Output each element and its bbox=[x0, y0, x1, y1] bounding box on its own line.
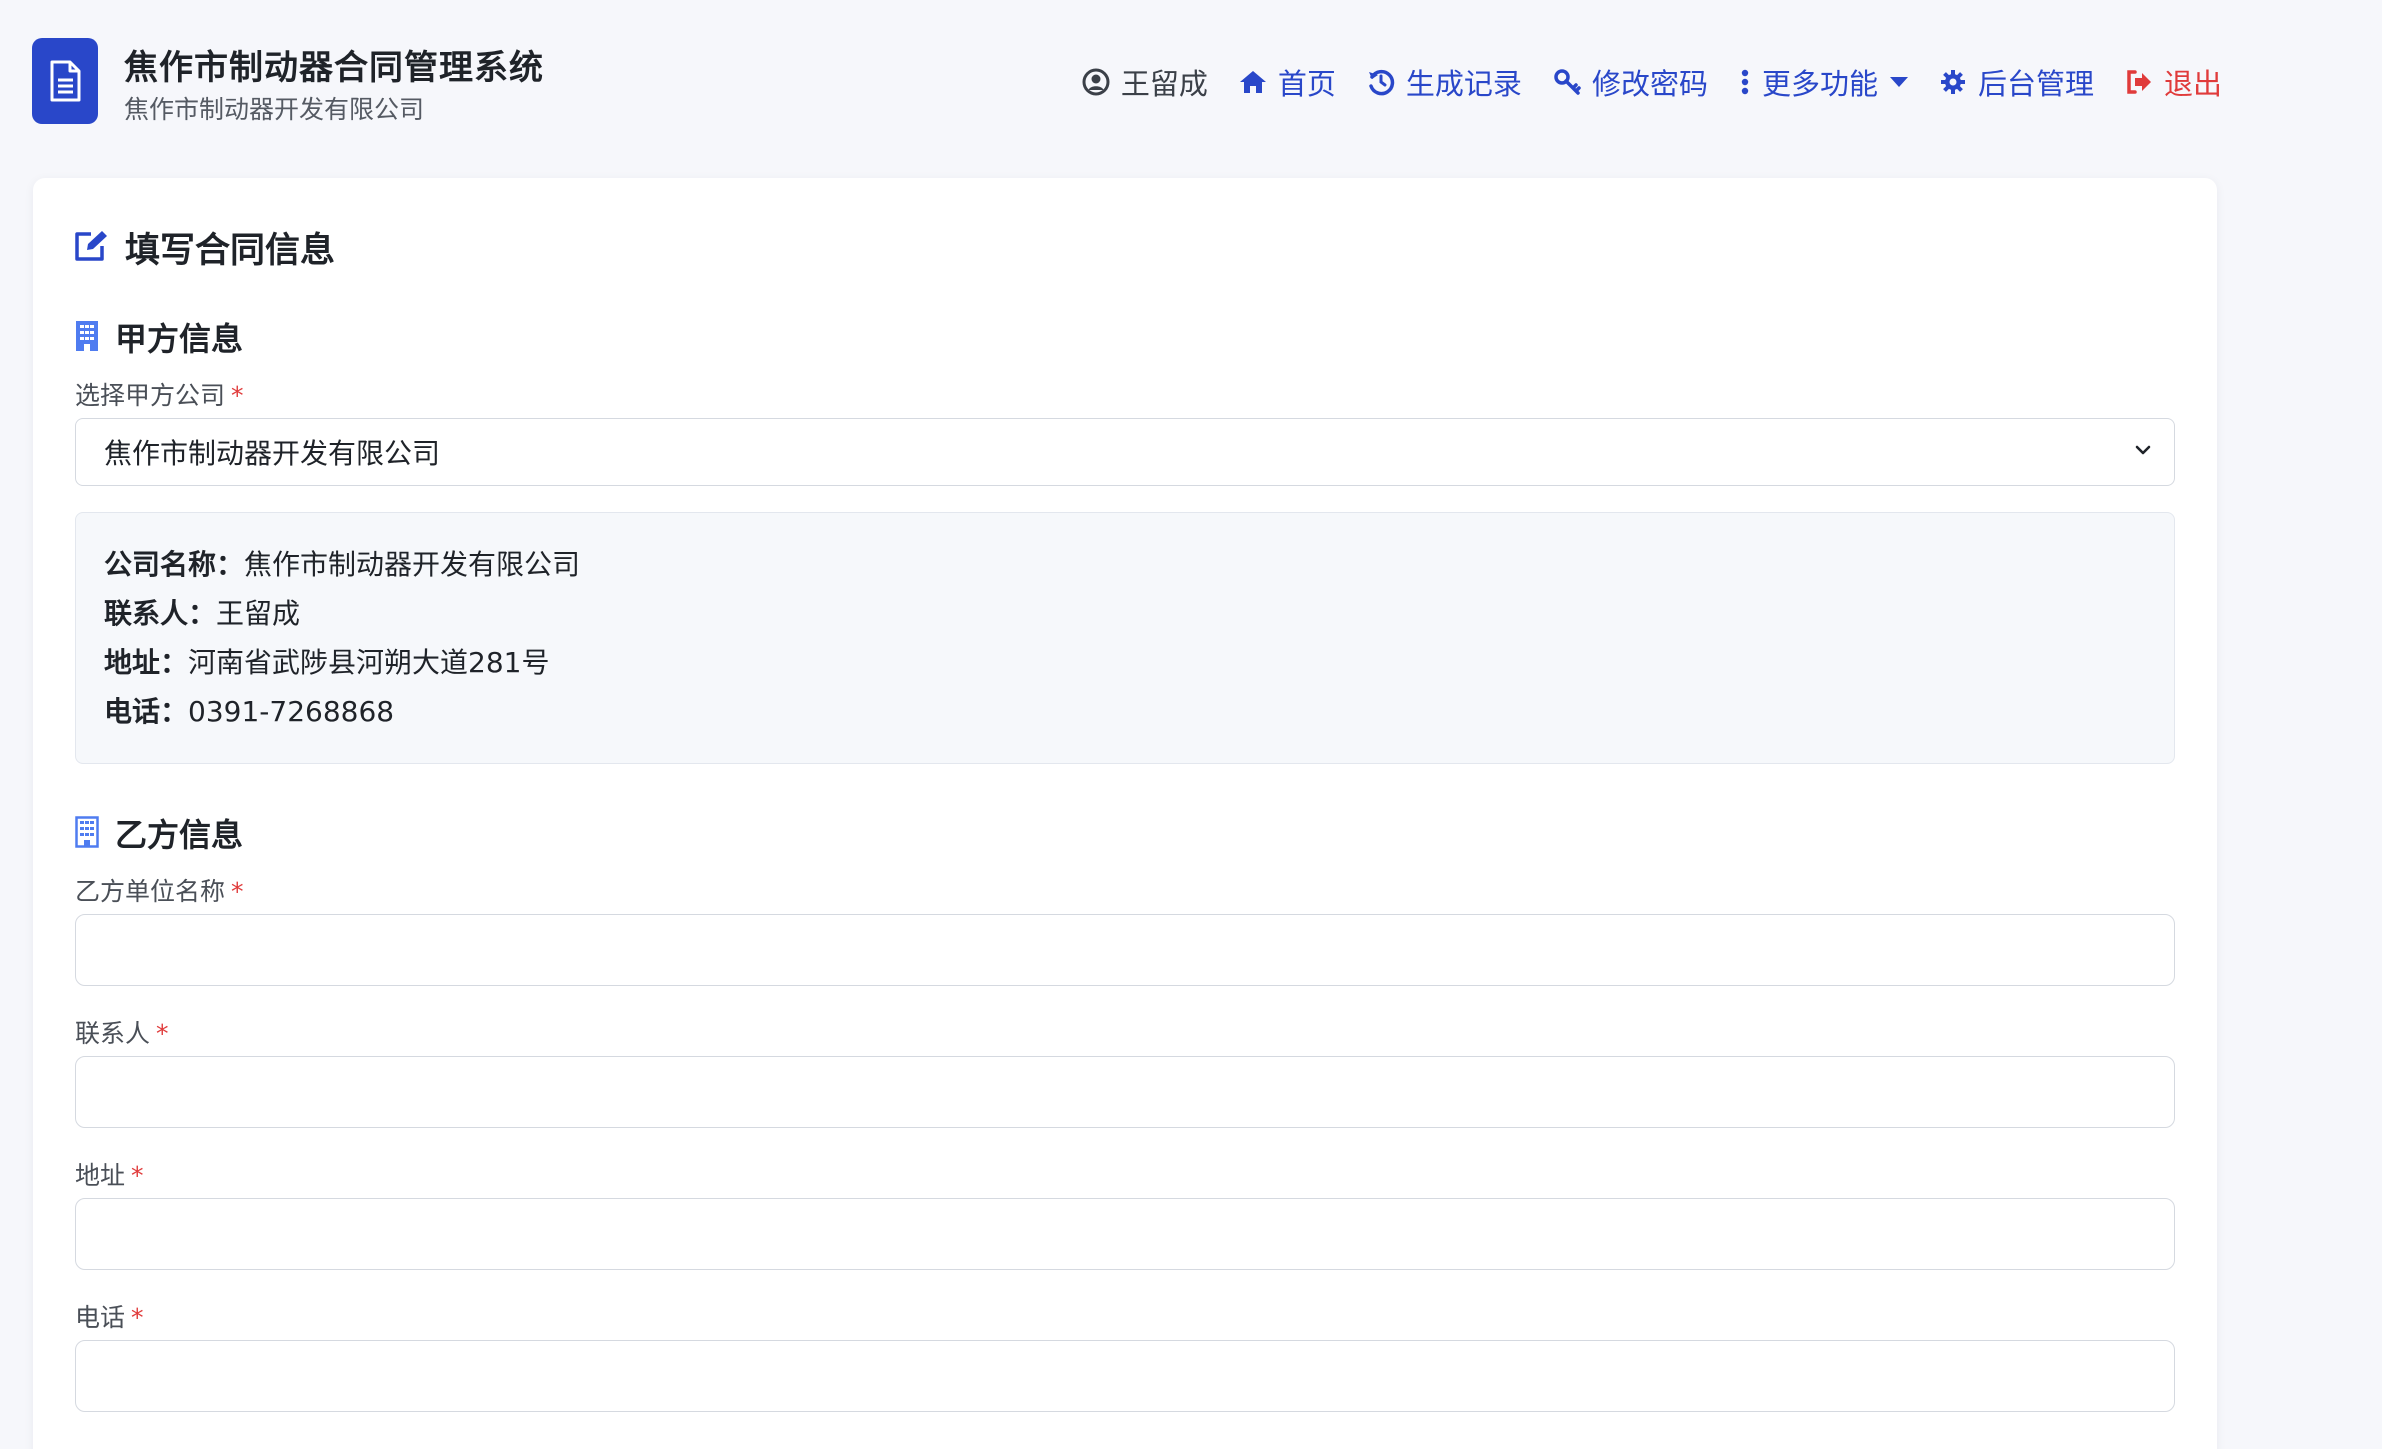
top-header: 焦作市制动器合同管理系统 焦作市制动器开发有限公司 王留成 首页 生成记录 修改… bbox=[0, 0, 2382, 170]
user-circle-icon bbox=[1081, 67, 1111, 97]
gear-icon bbox=[1938, 67, 1968, 97]
nav-user: 王留成 bbox=[1081, 61, 1208, 103]
required-mark: * bbox=[231, 877, 244, 906]
nav-records-label: 生成记录 bbox=[1405, 67, 1522, 101]
party-b-company-input[interactable] bbox=[75, 914, 2175, 986]
party-b-contact-input[interactable] bbox=[75, 1056, 2175, 1128]
party-b-phone-input[interactable] bbox=[75, 1340, 2175, 1412]
sign-out-icon bbox=[2124, 67, 2154, 97]
party-a-select-label-text: 选择甲方公司 bbox=[75, 381, 226, 410]
history-icon bbox=[1366, 67, 1396, 97]
nav-home-label: 首页 bbox=[1277, 67, 1336, 101]
party-b-contact-label-text: 联系人 bbox=[75, 1019, 151, 1048]
nav-change-password[interactable]: 修改密码 bbox=[1552, 61, 1708, 103]
vertical-ellipsis-icon bbox=[1738, 67, 1752, 97]
party-b-section-title: 乙方信息 bbox=[75, 810, 243, 856]
party-b-phone-label-text: 电话 bbox=[75, 1303, 126, 1332]
app-logo bbox=[32, 38, 98, 124]
party-b-section-label: 乙方信息 bbox=[115, 816, 244, 854]
nav-change-password-label: 修改密码 bbox=[1591, 67, 1708, 101]
party-a-info-box: 公司名称：焦作市制动器开发有限公司 联系人：王留成 地址：河南省武陟县河朔大道2… bbox=[75, 512, 2175, 764]
company-name-label: 公司名称： bbox=[104, 548, 245, 581]
nav-admin[interactable]: 后台管理 bbox=[1938, 61, 2094, 103]
contact-label: 联系人： bbox=[104, 597, 217, 630]
nav-more-dropdown[interactable]: 更多功能 bbox=[1738, 61, 1908, 103]
building-icon bbox=[75, 816, 101, 850]
app-title: 焦作市制动器合同管理系统 bbox=[124, 48, 544, 88]
required-mark: * bbox=[156, 1019, 169, 1048]
party-a-section-title: 甲方信息 bbox=[75, 314, 243, 360]
party-a-company-line: 公司名称：焦作市制动器开发有限公司 bbox=[104, 543, 580, 583]
nav-logout-label: 退出 bbox=[2163, 67, 2222, 101]
party-b-address-label: 地址 * bbox=[75, 1156, 144, 1192]
company-name-value: 焦作市制动器开发有限公司 bbox=[244, 548, 581, 581]
party-a-company-select[interactable]: 焦作市制动器开发有限公司 bbox=[75, 418, 2175, 486]
document-icon bbox=[50, 60, 81, 102]
party-b-address-input[interactable] bbox=[75, 1198, 2175, 1270]
phone-label: 电话： bbox=[104, 695, 189, 728]
address-label: 地址： bbox=[104, 646, 189, 679]
party-a-address-line: 地址：河南省武陟县河朔大道281号 bbox=[104, 641, 549, 681]
nav-user-label: 王留成 bbox=[1120, 67, 1208, 101]
party-b-address-label-text: 地址 bbox=[75, 1161, 126, 1190]
contact-value: 王留成 bbox=[216, 597, 301, 630]
required-mark: * bbox=[131, 1161, 144, 1190]
app-subtitle: 焦作市制动器开发有限公司 bbox=[124, 95, 425, 124]
building-icon bbox=[75, 320, 101, 354]
nav-home[interactable]: 首页 bbox=[1238, 61, 1336, 103]
nav-logout[interactable]: 退出 bbox=[2124, 61, 2222, 103]
nav-admin-label: 后台管理 bbox=[1977, 67, 2094, 101]
nav-more-label: 更多功能 bbox=[1761, 67, 1878, 101]
caret-down-icon bbox=[1889, 77, 1908, 87]
party-b-company-label-text: 乙方单位名称 bbox=[75, 877, 226, 906]
chevron-down-icon bbox=[2135, 445, 2151, 455]
page: 焦作市制动器合同管理系统 焦作市制动器开发有限公司 王留成 首页 生成记录 修改… bbox=[0, 0, 2382, 1449]
party-b-company-label: 乙方单位名称 * bbox=[75, 872, 244, 908]
top-nav: 王留成 首页 生成记录 修改密码 更多功能 后台管理 退出 bbox=[1051, 58, 2222, 106]
party-a-select-label: 选择甲方公司 * bbox=[75, 376, 244, 412]
party-a-contact-line: 联系人：王留成 bbox=[104, 592, 300, 632]
form-title-label: 填写合同信息 bbox=[125, 231, 336, 271]
edit-icon bbox=[73, 229, 111, 267]
required-mark: * bbox=[231, 381, 244, 410]
form-title: 填写合同信息 bbox=[73, 222, 335, 273]
phone-value: 0391-7268868 bbox=[188, 695, 395, 728]
party-b-contact-label: 联系人 * bbox=[75, 1014, 169, 1050]
key-icon bbox=[1552, 67, 1582, 97]
address-value: 河南省武陟县河朔大道281号 bbox=[188, 646, 550, 679]
party-a-section-label: 甲方信息 bbox=[115, 320, 244, 358]
party-a-phone-line: 电话：0391-7268868 bbox=[104, 690, 394, 730]
nav-records[interactable]: 生成记录 bbox=[1366, 61, 1522, 103]
contract-form-card: 填写合同信息 甲方信息 选择甲方公司 * 焦作市制动器开发有限公司 公司名称：焦… bbox=[33, 178, 2217, 1449]
home-icon bbox=[1238, 67, 1268, 97]
party-b-phone-label: 电话 * bbox=[75, 1298, 144, 1334]
required-mark: * bbox=[131, 1303, 144, 1332]
party-a-selected-value: 焦作市制动器开发有限公司 bbox=[104, 437, 441, 470]
